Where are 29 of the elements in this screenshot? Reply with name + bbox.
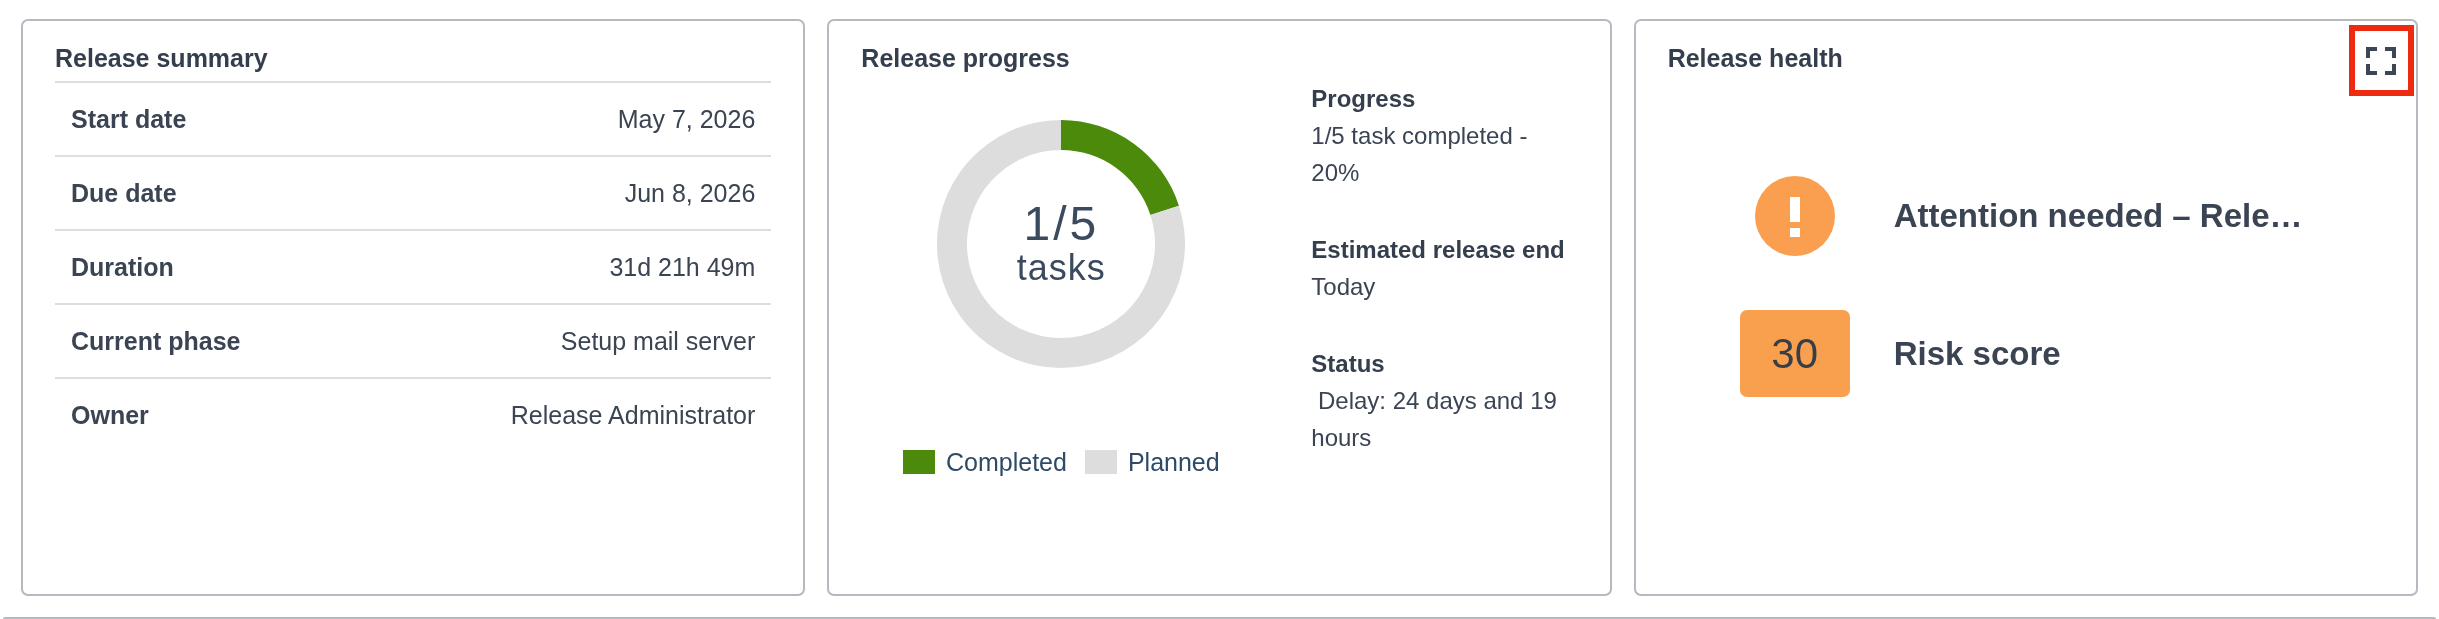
field-label: Due date xyxy=(71,178,177,208)
detail-value: 1/5 task completed - 20% xyxy=(1311,121,1529,188)
legend-label: Completed xyxy=(946,448,1067,476)
health-message: Attention needed – Rele… xyxy=(1893,196,2303,236)
risk-score-badge: 30 xyxy=(1739,310,1850,397)
field-label: Duration xyxy=(71,252,174,282)
legend-label: Planned xyxy=(1127,448,1220,476)
chart-center-value: 1/5 xyxy=(1023,200,1100,248)
detail-label: Status xyxy=(1311,349,1386,379)
warning-icon xyxy=(1754,176,1835,256)
card-title: Release progress xyxy=(861,44,1070,73)
fullscreen-button[interactable] xyxy=(2366,46,2397,75)
field-label: Owner xyxy=(71,400,149,430)
detail-value: Today xyxy=(1311,272,1377,302)
field-value: Release Administrator xyxy=(510,400,756,430)
chart-center-label: tasks xyxy=(1016,248,1106,288)
field-label: Current phase xyxy=(71,326,241,356)
card-title: Release health xyxy=(1667,44,1843,73)
card-title: Release summary xyxy=(55,44,268,73)
field-value: 31d 21h 49m xyxy=(609,252,756,282)
detail-label: Estimated release end xyxy=(1311,235,1566,265)
field-value: Setup mail server xyxy=(560,326,756,356)
fullscreen-icon xyxy=(2366,46,2397,75)
detail-value: Delay: 24 days and 19 hours xyxy=(1311,386,1558,453)
field-value: May 7, 2026 xyxy=(617,104,756,134)
field-label: Start date xyxy=(71,104,187,134)
field-value: Jun 8, 2026 xyxy=(624,178,756,208)
risk-score-label: Risk score xyxy=(1893,333,2061,374)
detail-label: Progress xyxy=(1311,84,1417,114)
